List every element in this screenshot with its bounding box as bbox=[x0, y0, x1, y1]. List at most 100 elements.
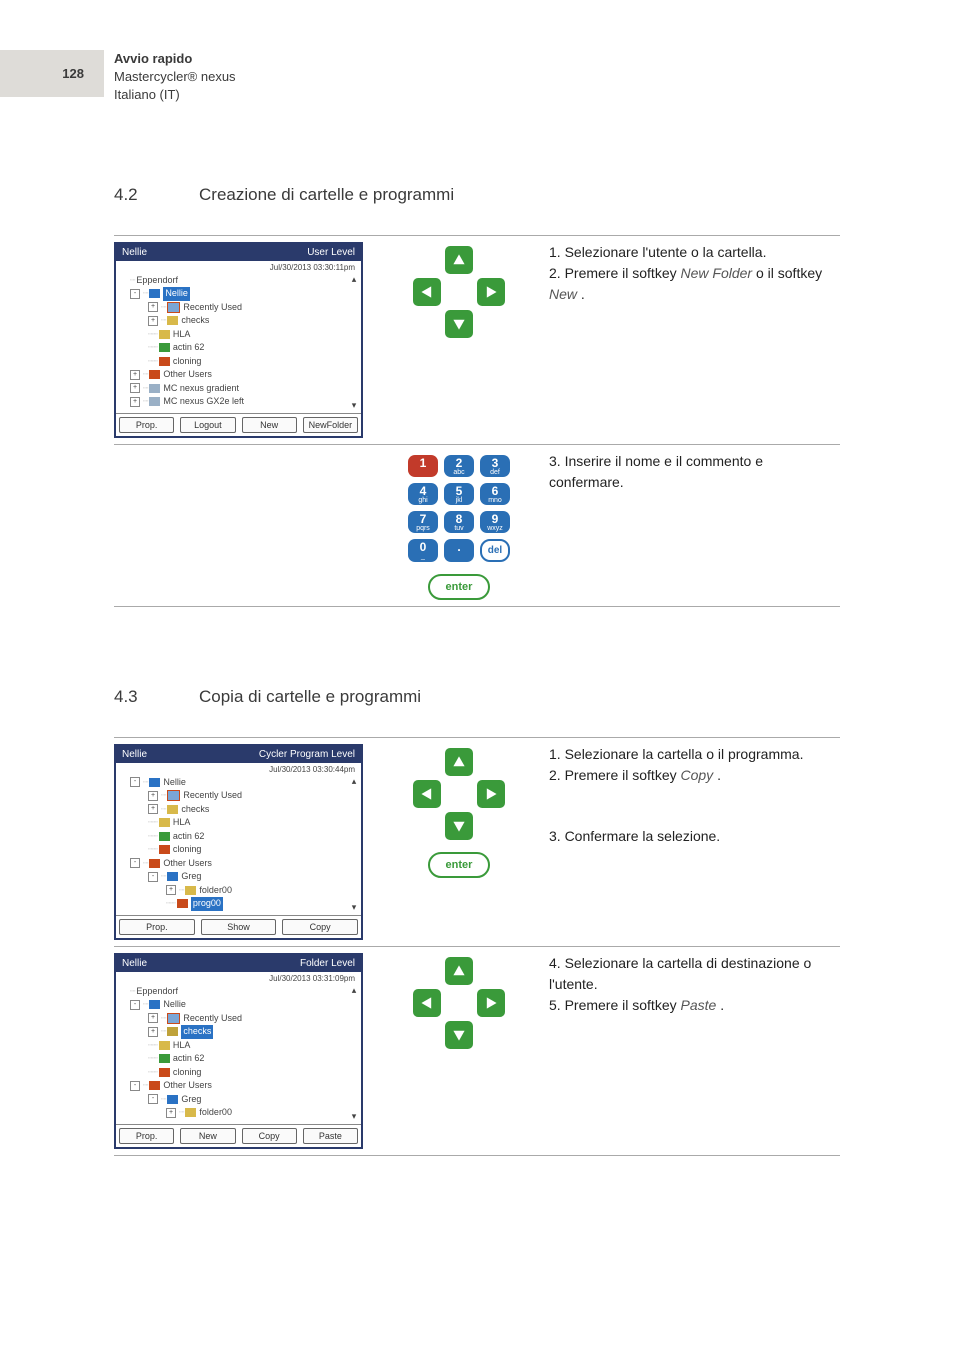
key-0[interactable]: 0_ bbox=[408, 539, 438, 562]
tree-node-checks[interactable]: +┈checks bbox=[120, 1025, 357, 1039]
tree-node-recent[interactable]: +┈Recently Used bbox=[120, 789, 357, 803]
expand-icon[interactable]: + bbox=[148, 791, 158, 801]
softkey-logout[interactable]: Logout bbox=[180, 417, 235, 433]
tree-node-actin[interactable]: ┈┈actin 62 bbox=[120, 1052, 357, 1066]
softkey-prop[interactable]: Prop. bbox=[119, 919, 195, 935]
arrow-right-button[interactable] bbox=[477, 278, 505, 306]
expand-icon[interactable]: + bbox=[130, 383, 140, 393]
collapse-icon[interactable]: - bbox=[130, 1000, 140, 1010]
tree-node-folder00[interactable]: +┈folder00 bbox=[120, 884, 357, 898]
key-2[interactable]: 2abc bbox=[444, 455, 474, 477]
tree-node-other[interactable]: -┈Other Users bbox=[120, 1079, 357, 1093]
tree-node-actin[interactable]: ┈┈actin 62 bbox=[120, 830, 357, 844]
scroll-down-icon[interactable]: ▾ bbox=[349, 902, 359, 913]
tree-node-prog00[interactable]: ┈┈prog00 bbox=[120, 897, 357, 911]
expand-icon[interactable]: + bbox=[148, 302, 158, 312]
arrow-down-button[interactable] bbox=[445, 1021, 473, 1049]
key-9[interactable]: 9wxyz bbox=[480, 511, 510, 533]
tree-node-cloning[interactable]: ┈┈cloning bbox=[120, 1066, 357, 1080]
collapse-icon[interactable]: - bbox=[148, 1094, 158, 1104]
enter-button[interactable]: enter bbox=[428, 574, 491, 600]
arrow-right-button[interactable] bbox=[477, 780, 505, 808]
expand-icon[interactable]: + bbox=[130, 397, 140, 407]
tree-node-hla[interactable]: ┈┈HLA bbox=[120, 1039, 357, 1053]
collapse-icon[interactable]: - bbox=[130, 858, 140, 868]
expand-icon[interactable]: + bbox=[148, 804, 158, 814]
arrow-left-button[interactable] bbox=[413, 780, 441, 808]
key-del[interactable]: del bbox=[480, 539, 510, 562]
tree-root[interactable]: ┈Eppendorf bbox=[120, 985, 357, 999]
tree-node-recent[interactable]: +┈Recently Used bbox=[120, 1012, 357, 1026]
tree-node-checks[interactable]: +┈checks bbox=[120, 314, 357, 328]
scroll-up-icon[interactable]: ▴ bbox=[349, 776, 359, 787]
arrow-left-button[interactable] bbox=[413, 989, 441, 1017]
arrow-down-button[interactable] bbox=[445, 812, 473, 840]
scroll-down-icon[interactable]: ▾ bbox=[349, 1111, 359, 1122]
softkey-prop[interactable]: Prop. bbox=[119, 1128, 174, 1144]
softkey-bar: Prop. Logout New NewFolder bbox=[116, 413, 361, 436]
scroll-up-icon[interactable]: ▴ bbox=[349, 985, 359, 996]
tree-node-other[interactable]: +┈Other Users bbox=[120, 368, 357, 382]
program-icon bbox=[159, 357, 170, 366]
expand-icon[interactable]: + bbox=[130, 370, 140, 380]
program-icon bbox=[159, 1054, 170, 1063]
arrow-left-button[interactable] bbox=[413, 278, 441, 306]
arrow-right-button[interactable] bbox=[477, 989, 505, 1017]
key-7[interactable]: 7pqrs bbox=[408, 511, 438, 533]
tree-node-checks[interactable]: +┈checks bbox=[120, 803, 357, 817]
scroll-down-icon[interactable]: ▾ bbox=[349, 400, 359, 411]
doc-lang: Italiano (IT) bbox=[114, 86, 236, 104]
key-5[interactable]: 5jkl bbox=[444, 483, 474, 505]
dpad bbox=[413, 246, 505, 338]
tree-node-greg[interactable]: -┈Greg bbox=[120, 870, 357, 884]
tree-node-actin[interactable]: ┈┈actin 62 bbox=[120, 341, 357, 355]
arrow-up-button[interactable] bbox=[445, 246, 473, 274]
key-3[interactable]: 3def bbox=[480, 455, 510, 477]
expand-icon[interactable]: + bbox=[166, 885, 176, 895]
arrow-up-button[interactable] bbox=[445, 748, 473, 776]
tree-node-device1[interactable]: +┈MC nexus gradient bbox=[120, 382, 357, 396]
softkey-new[interactable]: New bbox=[242, 417, 297, 433]
softkey-newfolder[interactable]: NewFolder bbox=[303, 417, 358, 433]
softkey-copy[interactable]: Copy bbox=[282, 919, 358, 935]
tree-node-nellie[interactable]: -┈Nellie bbox=[120, 998, 357, 1012]
softkey-new[interactable]: New bbox=[180, 1128, 235, 1144]
tree-node-nellie[interactable]: -┈Nellie bbox=[120, 287, 357, 301]
tree-node-recent[interactable]: +┈Recently Used bbox=[120, 301, 357, 315]
expand-icon[interactable]: + bbox=[148, 1013, 158, 1023]
tree-node-nellie[interactable]: -┈Nellie bbox=[120, 776, 357, 790]
recent-icon bbox=[167, 302, 180, 313]
collapse-icon[interactable]: - bbox=[130, 1081, 140, 1091]
tree-node-hla[interactable]: ┈┈HLA bbox=[120, 816, 357, 830]
arrow-down-button[interactable] bbox=[445, 310, 473, 338]
tree-node-greg[interactable]: -┈Greg bbox=[120, 1093, 357, 1107]
tree-node-hla[interactable]: ┈┈HLA bbox=[120, 328, 357, 342]
tree-node-cloning[interactable]: ┈┈cloning bbox=[120, 355, 357, 369]
key-1[interactable]: 1 bbox=[408, 455, 438, 477]
tree-root[interactable]: ┈Eppendorf bbox=[120, 274, 357, 288]
tree-node-other[interactable]: -┈Other Users bbox=[120, 857, 357, 871]
key-8[interactable]: 8tuv bbox=[444, 511, 474, 533]
expand-icon[interactable]: + bbox=[148, 316, 158, 326]
instruction-text: 3. Inserire il nome e il commento e conf… bbox=[549, 451, 840, 600]
softkey-show[interactable]: Show bbox=[201, 919, 277, 935]
collapse-icon[interactable]: - bbox=[130, 777, 140, 787]
tree-node-cloning[interactable]: ┈┈cloning bbox=[120, 843, 357, 857]
softkey-copy[interactable]: Copy bbox=[242, 1128, 297, 1144]
collapse-icon[interactable]: - bbox=[130, 289, 140, 299]
tree-node-device2[interactable]: +┈MC nexus GX2e left bbox=[120, 395, 357, 409]
expand-icon[interactable]: + bbox=[148, 1027, 158, 1037]
collapse-icon[interactable]: - bbox=[148, 872, 158, 882]
user-icon bbox=[167, 1095, 178, 1104]
product-name: Mastercycler® nexus bbox=[114, 68, 236, 86]
tree-node-folder00[interactable]: +┈folder00 bbox=[120, 1106, 357, 1120]
softkey-prop[interactable]: Prop. bbox=[119, 417, 174, 433]
scroll-up-icon[interactable]: ▴ bbox=[349, 274, 359, 285]
expand-icon[interactable]: + bbox=[166, 1108, 176, 1118]
arrow-up-button[interactable] bbox=[445, 957, 473, 985]
key-6[interactable]: 6mno bbox=[480, 483, 510, 505]
key-4[interactable]: 4ghi bbox=[408, 483, 438, 505]
key-dot[interactable]: . bbox=[444, 539, 474, 562]
enter-button[interactable]: enter bbox=[428, 852, 491, 878]
softkey-paste[interactable]: Paste bbox=[303, 1128, 358, 1144]
